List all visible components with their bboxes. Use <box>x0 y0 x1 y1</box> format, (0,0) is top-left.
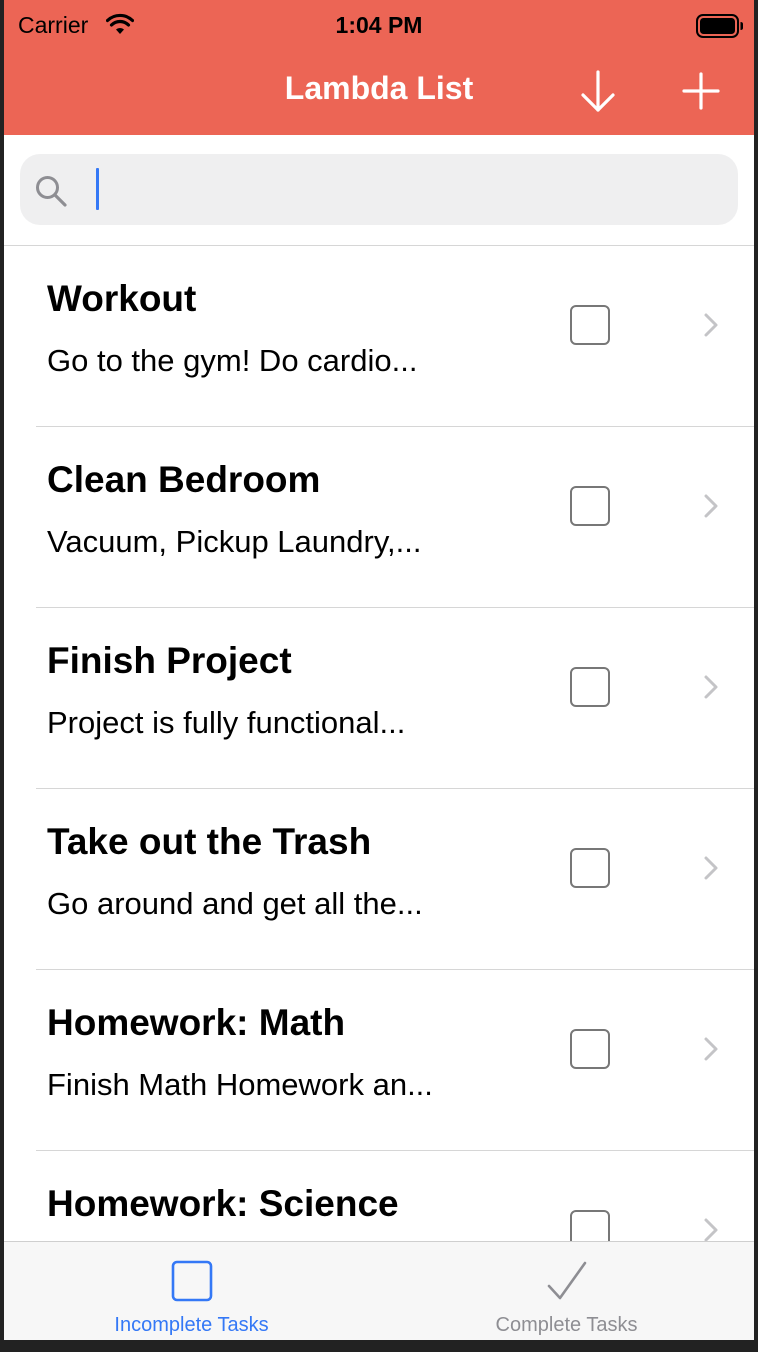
task-row[interactable]: Clean Bedroom Vacuum, Pickup Laundry,... <box>4 427 754 608</box>
task-complete-checkbox[interactable] <box>570 486 610 526</box>
tab-bar: Incomplete Tasks Complete Tasks <box>4 1241 754 1340</box>
task-complete-checkbox[interactable] <box>570 305 610 345</box>
task-complete-checkbox[interactable] <box>570 1029 610 1069</box>
task-description: Project is fully functional... <box>47 705 406 740</box>
task-row[interactable]: Workout Go to the gym! Do cardio... <box>4 246 754 427</box>
page-title: Lambda List <box>284 70 474 106</box>
task-title: Take out the Trash <box>47 821 372 862</box>
task-title: Homework: Math <box>47 1002 346 1043</box>
chevron-right-icon <box>704 494 718 518</box>
clock-label: 1:04 PM <box>335 12 423 38</box>
task-row[interactable]: Finish Project Project is fully function… <box>4 608 754 789</box>
arrow-down-icon <box>581 70 615 112</box>
task-description: Vacuum, Pickup Laundry,... <box>47 524 422 559</box>
chevron-right-icon <box>704 856 718 880</box>
task-list: Workout Go to the gym! Do cardio... Clea… <box>4 246 754 1332</box>
search-input[interactable] <box>80 166 732 212</box>
chevron-right-icon <box>704 1218 718 1242</box>
chevron-right-icon <box>704 1037 718 1061</box>
task-title: Homework: Science <box>47 1183 399 1224</box>
tab-label: Complete Tasks <box>495 1314 638 1336</box>
status-bar: Carrier 1:04 PM <box>4 0 754 54</box>
task-description: Go around and get all the... <box>47 886 423 921</box>
chevron-right-icon <box>704 313 718 337</box>
search-bar <box>4 135 754 246</box>
tab-complete-tasks[interactable]: Complete Tasks <box>379 1242 754 1340</box>
task-row[interactable]: Take out the Trash Go around and get all… <box>4 789 754 970</box>
task-complete-checkbox[interactable] <box>570 848 610 888</box>
text-cursor <box>96 168 99 210</box>
battery-icon <box>696 14 743 38</box>
search-icon <box>36 176 67 207</box>
plus-icon <box>682 72 720 110</box>
task-row[interactable]: Homework: Math Finish Math Homework an..… <box>4 970 754 1151</box>
search-field[interactable] <box>20 154 738 225</box>
chevron-right-icon <box>704 675 718 699</box>
task-title: Finish Project <box>47 640 292 681</box>
tab-label: Incomplete Tasks <box>114 1314 269 1336</box>
sort-button[interactable] <box>576 68 620 116</box>
square-icon <box>171 1260 212 1302</box>
tab-incomplete-tasks[interactable]: Incomplete Tasks <box>4 1242 379 1340</box>
task-description: Finish Math Homework an... <box>47 1067 433 1102</box>
task-complete-checkbox[interactable] <box>570 667 610 707</box>
task-title: Workout <box>47 278 197 319</box>
checkmark-icon <box>547 1261 586 1300</box>
navigation-header: Carrier 1:04 PM Lambda List <box>4 0 754 135</box>
task-title: Clean Bedroom <box>47 459 321 500</box>
add-task-button[interactable] <box>678 68 724 114</box>
task-description: Go to the gym! Do cardio... <box>47 343 418 378</box>
app-screen: Carrier 1:04 PM Lambda List Workout Go t… <box>4 0 754 1340</box>
